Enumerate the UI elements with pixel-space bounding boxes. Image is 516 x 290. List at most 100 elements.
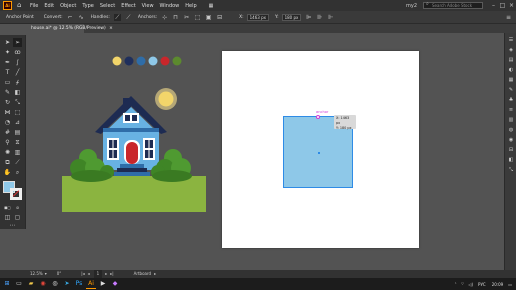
hide-handles-icon[interactable]: ⟋ — [125, 14, 132, 21]
tray-chevron-icon[interactable]: ˄ — [455, 282, 457, 287]
artboard-first-icon[interactable]: |◂ — [81, 270, 84, 278]
chrome-icon[interactable]: ◉ — [38, 279, 48, 289]
lasso-icon[interactable]: ꝏ — [13, 48, 22, 57]
pen-tool-icon[interactable]: ✒ — [3, 58, 12, 67]
file-explorer-icon[interactable]: ▰ — [26, 279, 36, 289]
isolate-icon[interactable]: ⬚ — [194, 14, 201, 21]
appearance-panel-icon[interactable]: ◉ — [507, 137, 515, 145]
rectangle-tool-icon[interactable]: ▭ — [3, 78, 12, 87]
direct-selection-tool-icon[interactable]: ➢ — [13, 38, 22, 47]
brushes-panel-icon[interactable]: ✎ — [507, 87, 515, 95]
gradient-panel-icon[interactable]: ▥ — [507, 117, 515, 125]
artboard-next-icon[interactable]: ▸ — [105, 270, 107, 278]
convert-smooth-icon[interactable]: ∿ — [78, 14, 85, 21]
pathfinder-panel-icon[interactable]: ◧ — [507, 157, 515, 165]
color-mode-icon[interactable]: ◼◻ — [3, 203, 12, 212]
x-field[interactable]: 1463 px — [246, 13, 269, 21]
yandex-icon[interactable]: ◎ — [50, 279, 60, 289]
zoom-tool-icon[interactable]: ⌕ — [13, 168, 22, 177]
properties-panel-icon[interactable]: ☰ — [507, 37, 515, 45]
minimize-icon[interactable]: – — [489, 2, 498, 9]
connect-anchor-icon[interactable]: ⊓ — [172, 14, 179, 21]
zoom-level[interactable]: 12.5% — [30, 270, 43, 278]
align-icon[interactable]: ⊟ — [216, 14, 223, 21]
stroke-panel-icon[interactable]: ≡ — [507, 107, 515, 115]
rotation-value[interactable]: 0° — [57, 270, 62, 278]
media-player-icon[interactable]: ▶ — [98, 279, 108, 289]
paintbrush-tool-icon[interactable]: ᚋ — [13, 78, 22, 87]
align-left-icon[interactable]: ⊫ — [305, 14, 312, 21]
menu-item-window[interactable]: Window — [160, 3, 180, 9]
transform-panel-icon[interactable]: ⤡ — [507, 167, 515, 175]
arrange-documents-icon[interactable]: ▦ — [209, 3, 214, 9]
none-mode-icon[interactable]: ⊘ — [13, 203, 22, 212]
maximize-icon[interactable]: □ — [498, 2, 507, 9]
selection-tool-icon[interactable]: ➤ — [3, 38, 12, 47]
convert-corner-icon[interactable]: ⌐ — [67, 14, 74, 21]
menu-item-view[interactable]: View — [142, 3, 154, 9]
zoom-dropdown-icon[interactable]: ▾ — [45, 270, 47, 278]
shape-builder-icon[interactable]: ◔ — [3, 118, 12, 127]
remove-anchor-icon[interactable]: ⊹ — [161, 14, 168, 21]
hand-tool-icon[interactable]: ✋ — [3, 168, 12, 177]
tab-close-icon[interactable]: × — [109, 26, 113, 31]
eraser-tool-icon[interactable]: ◧ — [13, 88, 22, 97]
home-icon[interactable]: ⌂ — [17, 2, 24, 9]
menu-item-type[interactable]: Type — [82, 3, 93, 9]
gradient-tool-icon[interactable]: ▤ — [13, 128, 22, 137]
edit-toolbar-icon[interactable]: ⋯ — [8, 221, 17, 230]
photoshop-icon[interactable]: Ps — [74, 279, 84, 289]
y-field[interactable]: 180 px — [281, 13, 302, 21]
layers-panel-icon[interactable]: ◈ — [507, 47, 515, 55]
free-transform-icon[interactable]: ⬚ — [13, 108, 22, 117]
volume-icon[interactable]: ◁) — [468, 282, 473, 287]
symbols-panel-icon[interactable]: ♣ — [507, 97, 515, 105]
align-center-icon[interactable]: ⊪ — [316, 14, 323, 21]
task-view-icon[interactable]: ▭ — [14, 279, 24, 289]
libraries-panel-icon[interactable]: ▤ — [507, 57, 515, 65]
artboard-tool-icon[interactable]: ⧉ — [3, 158, 12, 167]
keyboard-language[interactable]: РУС — [478, 282, 486, 287]
panel-menu-icon[interactable]: ≡ — [505, 14, 512, 21]
menu-item-effect[interactable]: Effect — [121, 3, 135, 9]
magic-wand-icon[interactable]: ✦ — [3, 48, 12, 57]
notifications-icon[interactable]: ▭ — [508, 282, 512, 287]
menu-item-object[interactable]: Object — [60, 3, 76, 9]
align-right-icon[interactable]: ⊩ — [327, 14, 334, 21]
rotate-tool-icon[interactable]: ↻ — [3, 98, 12, 107]
clock[interactable]: 20:09 — [492, 282, 504, 287]
curvature-tool-icon[interactable]: ∫ — [13, 58, 22, 67]
column-graph-icon[interactable]: ▥ — [13, 148, 22, 157]
recolor-icon[interactable]: ▣ — [205, 14, 212, 21]
menu-item-file[interactable]: File — [30, 3, 38, 9]
artboard-last-icon[interactable]: ▸| — [110, 270, 113, 278]
menu-item-select[interactable]: Select — [100, 3, 115, 9]
show-handles-icon[interactable]: ⟋ — [113, 13, 121, 21]
eyedropper-icon[interactable]: ⚲ — [3, 138, 12, 147]
close-icon[interactable]: × — [507, 2, 516, 9]
align-panel-icon[interactable]: ⊟ — [507, 147, 515, 155]
scale-tool-icon[interactable]: ⤡ — [13, 98, 22, 107]
line-tool-icon[interactable]: ╱ — [13, 68, 22, 77]
menu-item-help[interactable]: Help — [185, 3, 196, 9]
width-tool-icon[interactable]: ⋈ — [3, 108, 12, 117]
type-tool-icon[interactable]: T — [3, 68, 12, 77]
transparency-panel-icon[interactable]: ◍ — [507, 127, 515, 135]
blend-tool-icon[interactable]: ⧖ — [13, 138, 22, 147]
telegram-icon[interactable]: ➤ — [62, 279, 72, 289]
app-icon[interactable]: ◆ — [110, 279, 120, 289]
artboard-prev-icon[interactable]: ◂ — [88, 270, 90, 278]
workspace-switcher[interactable]: my2 — [406, 3, 417, 9]
slice-tool-icon[interactable]: ⟋ — [13, 158, 22, 167]
house-illustration[interactable] — [55, 50, 215, 216]
color-panel-icon[interactable]: ◐ — [507, 67, 515, 75]
cut-path-icon[interactable]: ✂ — [183, 14, 190, 21]
stroke-swatch[interactable] — [10, 188, 22, 200]
menu-item-edit[interactable]: Edit — [44, 3, 54, 9]
pencil-tool-icon[interactable]: ✎ — [3, 88, 12, 97]
mesh-tool-icon[interactable]: # — [3, 128, 12, 137]
illustrator-taskbar-icon[interactable]: Ai — [86, 279, 96, 289]
anchor-point-handle[interactable] — [316, 115, 320, 119]
artboard-number[interactable]: 1 — [93, 270, 103, 278]
network-icon[interactable]: ⌔ — [461, 281, 465, 287]
